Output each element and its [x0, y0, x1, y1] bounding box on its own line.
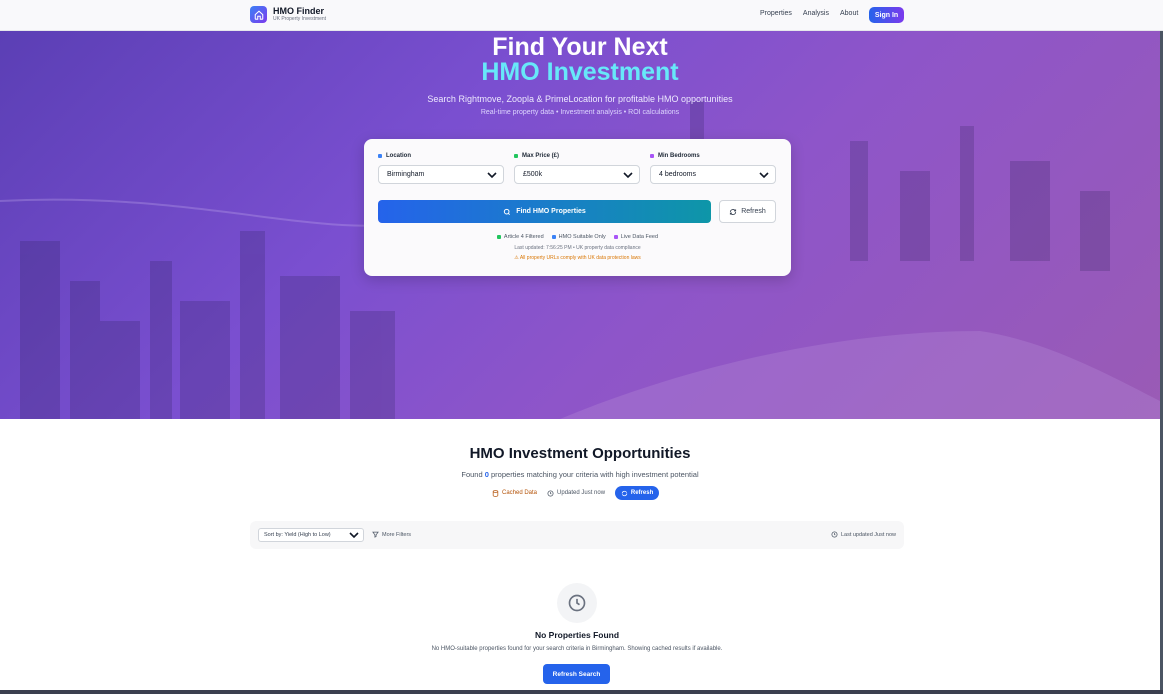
- found-prefix: Found: [461, 470, 483, 479]
- more-filters-button[interactable]: More Filters: [372, 531, 411, 538]
- more-filters-label: More Filters: [382, 531, 412, 538]
- hero-section: Find Your Next HMO Investment Search Rig…: [0, 31, 1160, 419]
- results-title: HMO Investment Opportunities: [469, 445, 691, 462]
- main-nav: Properties Analysis About: [760, 10, 858, 17]
- top-navigation-bar: HMO Finder UK Property Investment Proper…: [0, 0, 1163, 31]
- min-bedrooms-field: Min Bedrooms 4 bedrooms: [650, 153, 776, 184]
- filter-last-updated-label: Last updated Just now: [840, 531, 896, 538]
- results-status-row: Cached Data Updated Just now Refresh: [492, 486, 660, 500]
- feature-badges: Article 4 Filtered HMO Suitable Only Liv…: [364, 234, 791, 240]
- updated-indicator: Updated Just now: [547, 490, 605, 497]
- empty-state-description: No HMO-suitable properties found for you…: [431, 646, 723, 652]
- search-last-updated: Last updated: 7:56:25 PM • UK property d…: [514, 245, 641, 251]
- refresh-button-label: Refresh: [741, 208, 766, 215]
- results-summary: Found 0 properties matching your criteri…: [0, 470, 1160, 479]
- bedrooms-dot-icon: [650, 154, 654, 158]
- updated-label: Updated Just now: [557, 490, 606, 496]
- nav-properties[interactable]: Properties: [760, 10, 792, 17]
- refresh-search-button[interactable]: Refresh Search: [543, 664, 610, 684]
- nav-about[interactable]: About: [840, 10, 858, 17]
- find-button-label: Find HMO Properties: [516, 208, 586, 215]
- empty-state-title: No Properties Found: [534, 630, 620, 640]
- filter-bar: Sort by: Yield (High to Low) More Filter…: [250, 521, 904, 549]
- clock-icon: [831, 531, 838, 538]
- badge-hmo-suitable: HMO Suitable Only: [551, 234, 606, 240]
- cached-data-label: Cached Data: [502, 490, 538, 496]
- compliance-notice: ⚠ All property URLs comply with UK data …: [364, 255, 791, 261]
- results-count: 0: [484, 470, 489, 479]
- compliance-text: All property URLs comply with UK data pr…: [519, 255, 641, 261]
- max-price-select[interactable]: £500k: [514, 165, 640, 184]
- find-hmo-properties-button[interactable]: Find HMO Properties: [378, 200, 711, 223]
- database-icon: [492, 489, 499, 497]
- empty-state-icon: [557, 583, 597, 623]
- location-label: Location: [386, 153, 411, 159]
- location-value: Birmingham: [387, 171, 425, 178]
- min-bedrooms-select[interactable]: 4 bedrooms: [650, 165, 776, 184]
- sort-value: Sort by: Yield (High to Low): [264, 532, 331, 538]
- location-dot-icon: [378, 154, 382, 158]
- badge-live-data: Live Data Feed: [613, 234, 658, 240]
- brand[interactable]: HMO Finder UK Property Investment: [250, 6, 326, 23]
- max-price-value: £500k: [523, 171, 543, 178]
- chevron-down-icon: [349, 532, 359, 539]
- location-select[interactable]: Birmingham: [378, 165, 504, 184]
- brand-name: HMO Finder: [273, 6, 324, 16]
- filter-icon: [372, 531, 379, 538]
- chevron-down-icon: [623, 171, 633, 178]
- refresh-button[interactable]: Refresh: [719, 200, 776, 223]
- clock-icon: [547, 490, 554, 496]
- cached-data-indicator: Cached Data: [492, 489, 538, 497]
- price-dot-icon: [514, 154, 518, 158]
- chevron-down-icon: [759, 171, 769, 178]
- bottom-edge: [0, 690, 1163, 694]
- hero-subtitle-features: Real-time property data • Investment ana…: [480, 109, 680, 116]
- refresh-icon: [730, 208, 737, 215]
- brand-tagline: UK Property Investment: [273, 16, 327, 22]
- chevron-down-icon: [487, 171, 497, 178]
- hero-subtitle: Search Rightmove, Zoopla & PrimeLocation…: [427, 94, 733, 104]
- nav-analysis[interactable]: Analysis: [803, 10, 829, 17]
- search-card: Location Birmingham Max Price (£) £500k …: [364, 139, 791, 276]
- clock-icon: [568, 594, 586, 612]
- hero-title-line2: HMO Investment: [481, 58, 679, 86]
- search-icon: [504, 208, 511, 215]
- filter-last-updated: Last updated Just now: [831, 531, 896, 538]
- found-suffix: properties matching your criteria with h…: [491, 470, 699, 479]
- min-bedrooms-label: Min Bedrooms: [658, 153, 700, 159]
- min-bedrooms-value: 4 bedrooms: [659, 171, 696, 178]
- sort-select[interactable]: Sort by: Yield (High to Low): [258, 528, 364, 542]
- results-refresh-label: Refresh: [630, 490, 654, 496]
- location-field: Location Birmingham: [378, 153, 504, 184]
- badge-article4: Article 4 Filtered: [496, 234, 544, 240]
- results-refresh-button[interactable]: Refresh: [615, 486, 660, 500]
- max-price-label: Max Price (£): [522, 153, 560, 159]
- sign-in-button[interactable]: Sign In: [869, 7, 904, 23]
- refresh-icon: [621, 490, 628, 496]
- home-icon: [250, 6, 267, 23]
- max-price-field: Max Price (£) £500k: [514, 153, 640, 184]
